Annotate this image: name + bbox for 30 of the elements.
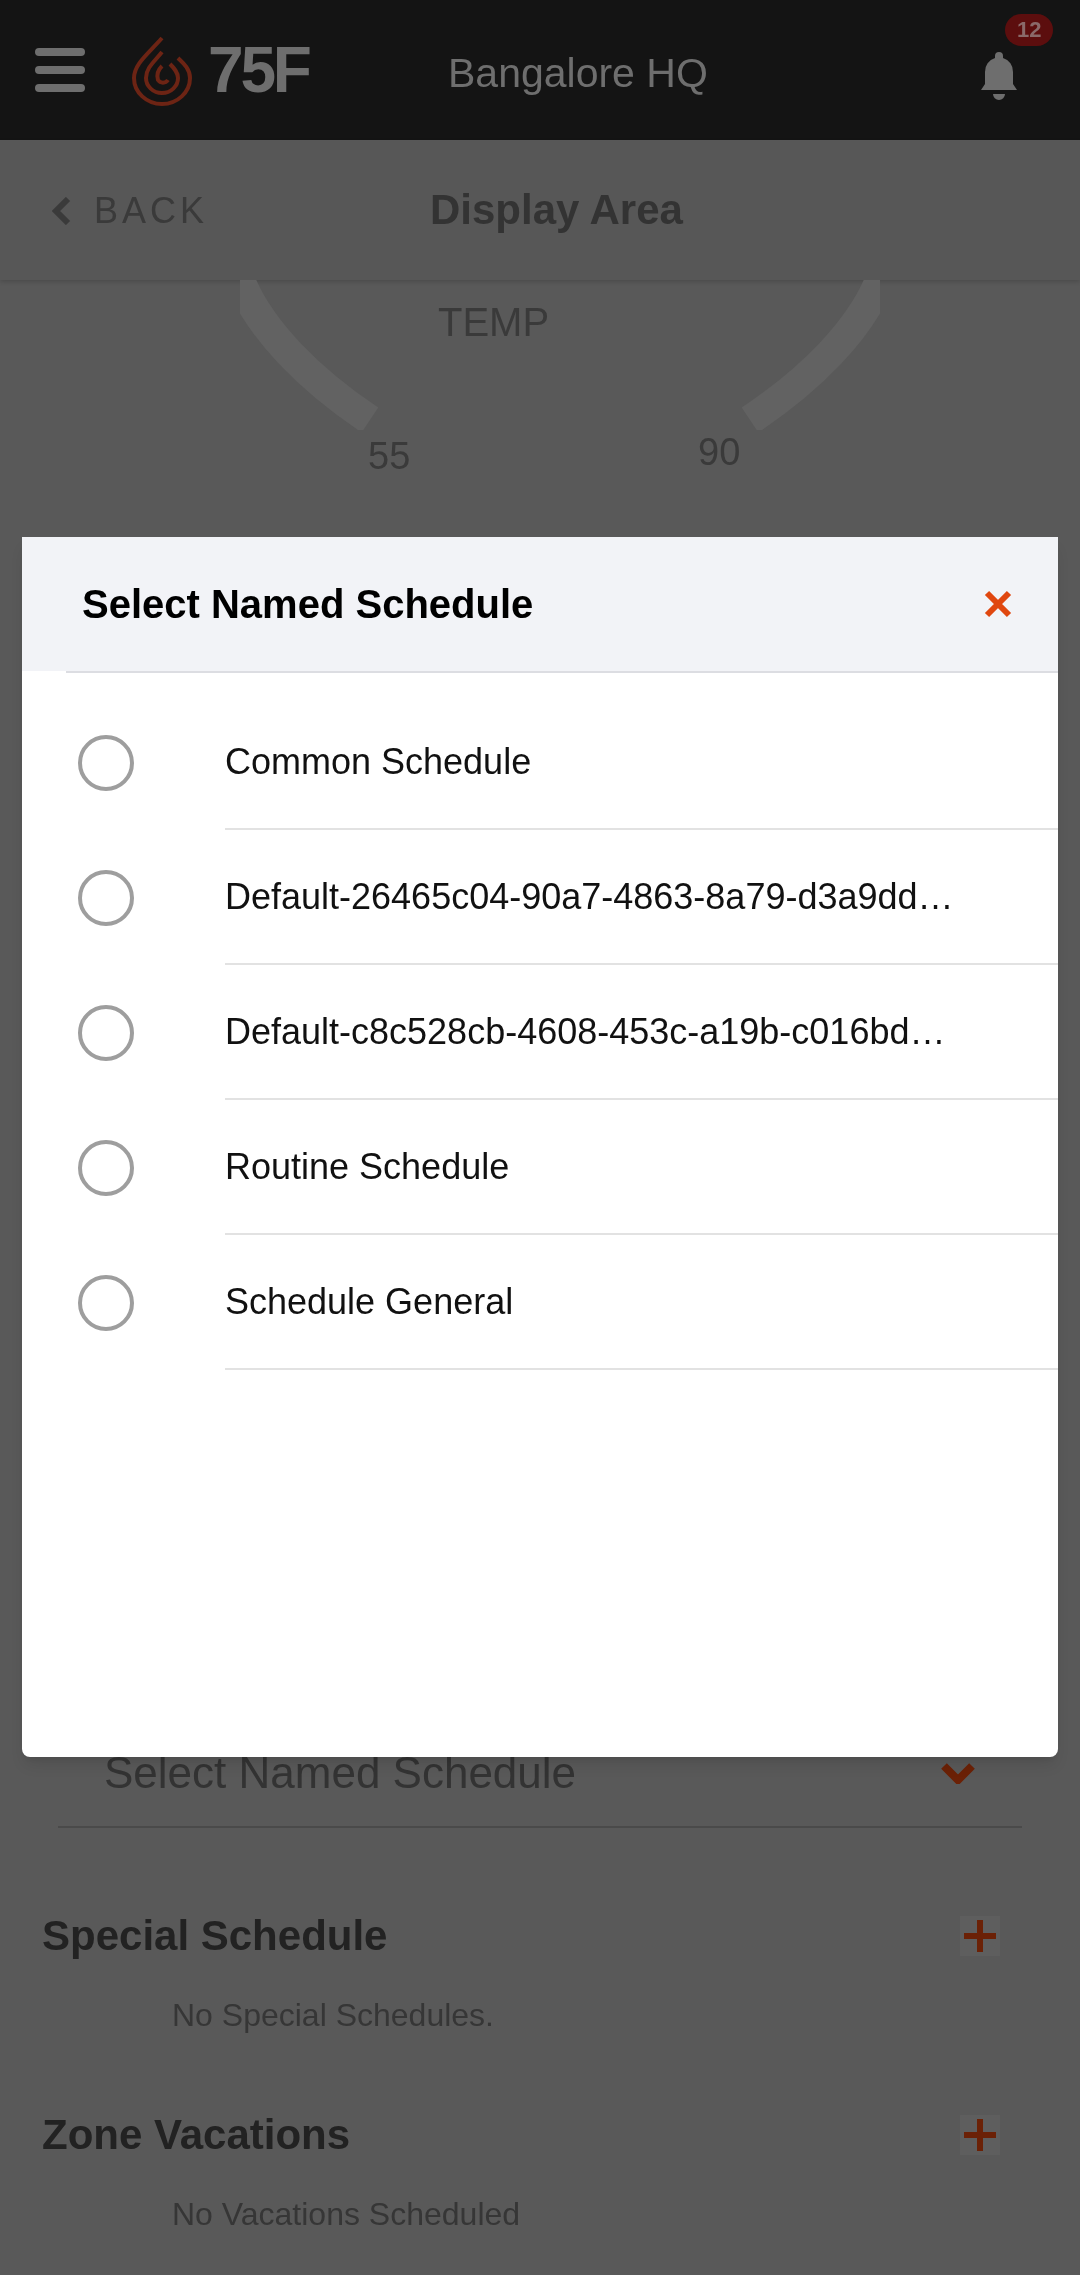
radio-button[interactable] bbox=[78, 1274, 134, 1331]
plus-icon bbox=[962, 2116, 998, 2153]
option-label: Default-c8c528cb-4608-453c-a19b-c016bd… bbox=[225, 1009, 946, 1054]
radio-button[interactable] bbox=[78, 1004, 134, 1061]
add-button[interactable] bbox=[960, 1915, 1000, 1956]
radio-button[interactable] bbox=[78, 734, 134, 791]
schedule-option[interactable]: Default-c8c528cb-4608-453c-a19b-c016bd… bbox=[22, 965, 1058, 1100]
section-title: Special Schedule bbox=[42, 1911, 388, 1961]
chevron-left-icon bbox=[52, 197, 72, 225]
radio-button[interactable] bbox=[78, 869, 134, 926]
schedule-option[interactable]: Common Schedule bbox=[22, 695, 1058, 830]
logo-icon bbox=[130, 34, 194, 106]
logo-text: 75F bbox=[208, 38, 309, 102]
site-title: Bangalore HQ bbox=[448, 50, 708, 96]
close-icon bbox=[984, 590, 1012, 618]
option-label: Schedule General bbox=[225, 1279, 514, 1324]
dialog-title: Select Named Schedule bbox=[82, 581, 534, 628]
schedule-option[interactable]: Routine Schedule bbox=[22, 1100, 1058, 1235]
schedule-option[interactable]: Default-26465c04-90a7-4863-8a79-d3a9dd… bbox=[22, 830, 1058, 965]
schedule-option[interactable]: Schedule General bbox=[22, 1235, 1058, 1370]
option-label: Routine Schedule bbox=[225, 1144, 510, 1189]
chevron-down-icon[interactable] bbox=[940, 1762, 976, 1784]
add-button[interactable] bbox=[960, 2114, 1000, 2155]
plus-icon bbox=[962, 1917, 998, 1954]
radio-button[interactable] bbox=[78, 1139, 134, 1196]
menu-icon[interactable] bbox=[35, 48, 85, 92]
section-title: Zone Vacations bbox=[42, 2110, 351, 2160]
option-label: Default-26465c04-90a7-4863-8a79-d3a9dd… bbox=[225, 874, 954, 919]
notification-badge: 12 bbox=[1005, 14, 1054, 46]
option-label: Common Schedule bbox=[225, 739, 532, 784]
